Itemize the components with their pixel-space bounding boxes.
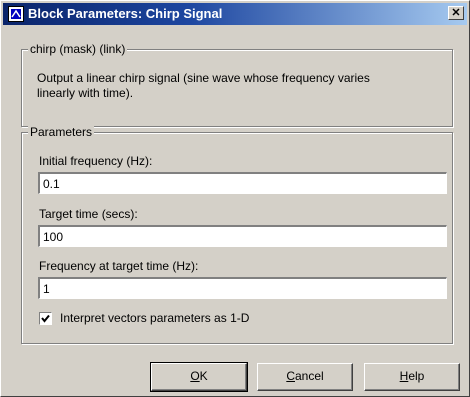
freq-at-target-label: Frequency at target time (Hz): bbox=[39, 259, 199, 273]
ok-button[interactable]: OK bbox=[150, 362, 248, 392]
freq-at-target-input[interactable] bbox=[38, 277, 447, 299]
mask-description-text: Output a linear chirp signal (sine wave … bbox=[37, 71, 370, 100]
cancel-button[interactable]: Cancel bbox=[257, 363, 353, 391]
interpret-vectors-label: Interpret vectors parameters as 1-D bbox=[60, 311, 250, 325]
checkmark-icon bbox=[41, 314, 50, 323]
close-icon[interactable]: ✕ bbox=[448, 6, 464, 20]
simulink-block-icon bbox=[8, 6, 24, 22]
target-time-input[interactable] bbox=[38, 225, 447, 247]
dialog-window: Block Parameters: Chirp Signal ✕ chirp (… bbox=[0, 0, 470, 397]
interpret-vectors-checkbox[interactable] bbox=[39, 312, 52, 325]
initial-frequency-label: Initial frequency (Hz): bbox=[39, 154, 153, 168]
help-button[interactable]: Help bbox=[364, 363, 460, 391]
mask-group-label: chirp (mask) (link) bbox=[28, 42, 128, 56]
initial-frequency-input[interactable] bbox=[38, 172, 447, 194]
title-bar[interactable]: Block Parameters: Chirp Signal ✕ bbox=[3, 3, 467, 25]
target-time-label: Target time (secs): bbox=[39, 207, 138, 221]
window-title: Block Parameters: Chirp Signal bbox=[28, 6, 223, 21]
parameters-group-label: Parameters bbox=[28, 125, 95, 139]
